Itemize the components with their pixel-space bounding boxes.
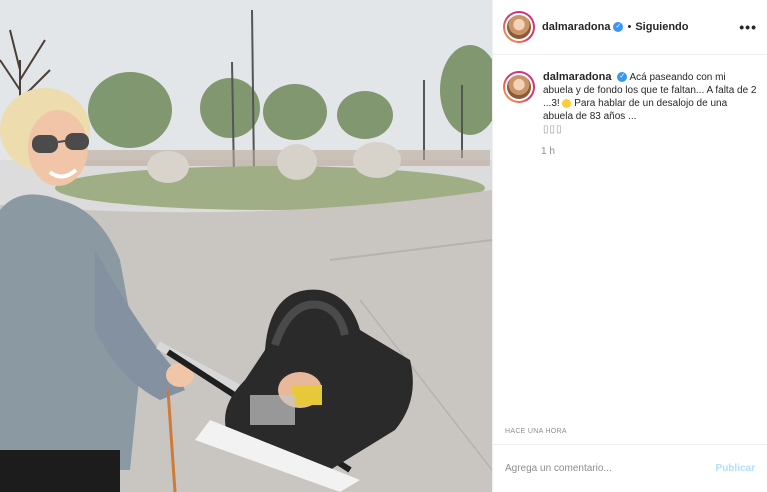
verified-badge-icon: ✓ (613, 22, 624, 32)
post-side-panel: dalmaradona ✓ • Siguiendo ••• dalmaradon… (492, 0, 767, 492)
comment-input[interactable]: Agrega un comentario... (505, 463, 612, 474)
caption-time[interactable]: 1 h (541, 146, 767, 157)
post-header: dalmaradona ✓ • Siguiendo ••• (493, 0, 767, 55)
laughing-emoji-icon (562, 98, 572, 108)
caption-comment: dalmaradona ✓ Acá paseando con mi abuela… (493, 55, 767, 136)
post-photo[interactable] (0, 0, 492, 492)
comment-footer: Agrega un comentario... Publicar (493, 444, 767, 492)
caption-trailing-glyphs: ▯▯▯ (543, 124, 563, 135)
caption-body: dalmaradona ✓ Acá paseando con mi abuela… (543, 71, 757, 136)
caption-text-part2: Para hablar de un desalojo de una abuela… (543, 98, 728, 122)
user-avatar[interactable] (503, 11, 535, 43)
caption-verified-badge-icon: ✓ (617, 72, 628, 83)
following-button[interactable]: Siguiendo (635, 21, 688, 33)
post-date-label[interactable]: HACE UNA HORA (505, 428, 567, 435)
caption-username[interactable]: dalmaradona (543, 71, 611, 83)
photo-scene (0, 0, 492, 492)
caption-avatar[interactable] (503, 71, 535, 103)
header-username[interactable]: dalmaradona (542, 21, 610, 33)
more-options-icon[interactable]: ••• (739, 19, 757, 35)
header-separator: • (627, 21, 632, 33)
instagram-post: dalmaradona ✓ • Siguiendo ••• dalmaradon… (0, 0, 767, 492)
publish-button[interactable]: Publicar (716, 463, 755, 474)
